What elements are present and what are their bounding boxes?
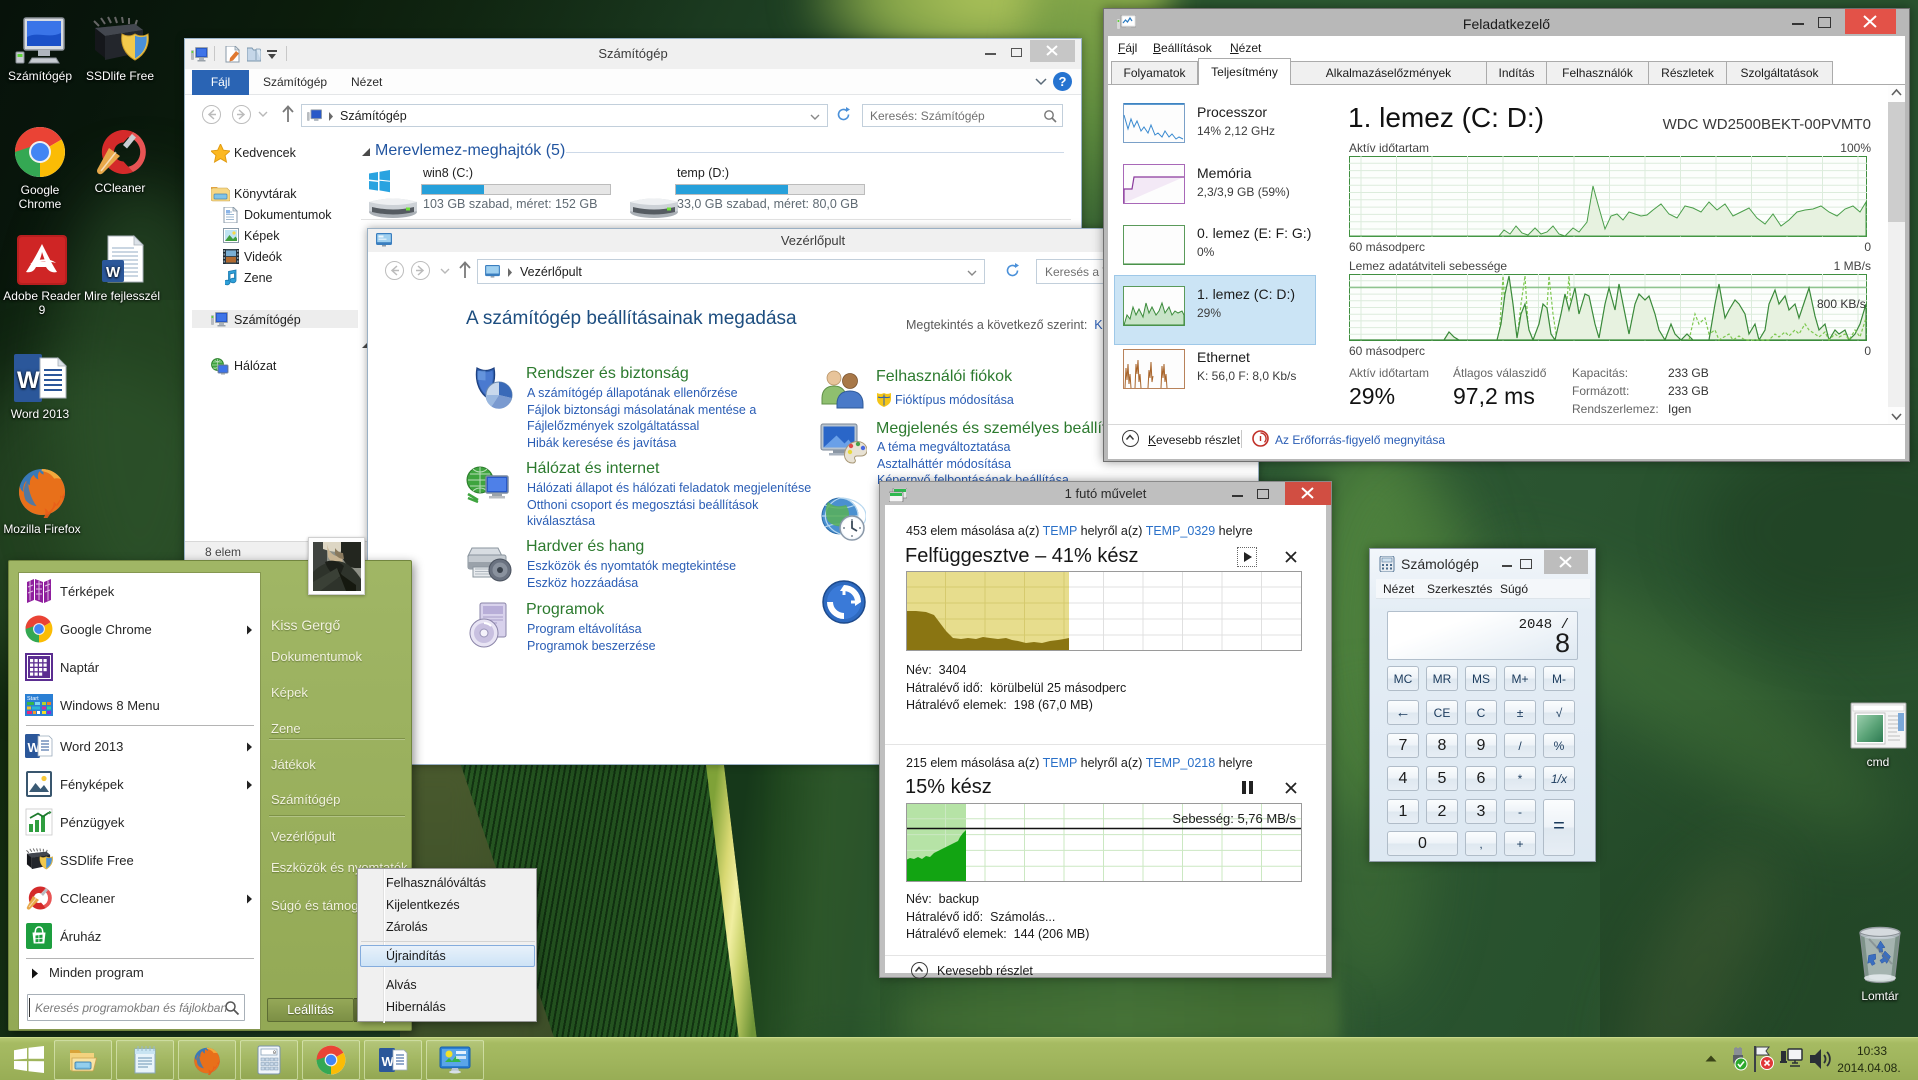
svg-text:Start: Start — [27, 696, 39, 702]
svg-text:0: 0 — [273, 1050, 276, 1056]
svg-text:W: W — [17, 367, 40, 394]
svg-text:800 KB/s: 800 KB/s — [1817, 297, 1866, 311]
svg-text:Sebesség: 5,76 MB/s: Sebesség: 5,76 MB/s — [1172, 811, 1296, 826]
svg-text:W: W — [106, 264, 121, 281]
svg-text:W: W — [382, 1054, 395, 1069]
